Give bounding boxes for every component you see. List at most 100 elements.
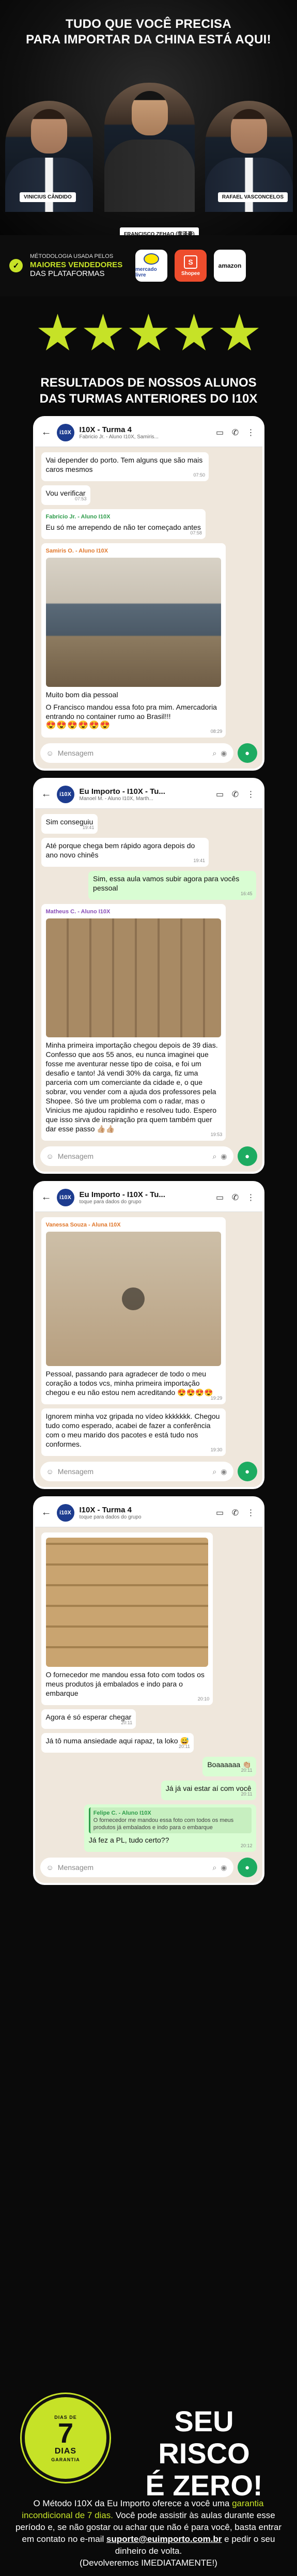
method-highlight: MAIORES VENDEDORES bbox=[30, 260, 123, 269]
message-input[interactable]: ☺ Mensagem ⌕ ◉ bbox=[40, 1146, 233, 1166]
microphone-icon[interactable]: ● bbox=[237, 1858, 257, 1877]
quote-text: O fornecedor me mandou essa foto com tod… bbox=[93, 1817, 234, 1831]
back-arrow-icon[interactable]: ← bbox=[41, 426, 52, 438]
phone-icon[interactable]: ✆ bbox=[230, 1192, 241, 1203]
attach-icon[interactable]: ⌕ bbox=[212, 1152, 216, 1161]
camera-icon[interactable]: ◉ bbox=[221, 1467, 227, 1476]
message-sender: Fabricio Jr. - Aluno I10X bbox=[45, 514, 111, 520]
camera-icon[interactable]: ◉ bbox=[221, 749, 227, 758]
message-text: Já tô numa ansiedade aqui rapaz, ta loko… bbox=[45, 1737, 189, 1745]
star-icon bbox=[129, 314, 168, 350]
star-icon bbox=[175, 314, 213, 350]
message-input[interactable]: ☺ Mensagem ⌕ ◉ bbox=[40, 1858, 233, 1877]
microphone-icon[interactable]: ● bbox=[237, 743, 257, 763]
chat-message: Fabricio Jr. - Aluno I10X Eu só me arrep… bbox=[41, 509, 206, 539]
method-line1: MÉTODOLOGIA bbox=[30, 253, 72, 259]
message-text: Já fez a PL, tudo certo?? bbox=[88, 1836, 169, 1844]
chat-message-outgoing: Felipe C. - Aluno I10X O fornecedor me m… bbox=[84, 1804, 256, 1852]
instructor-name-tag: RAFAEL VASCONCELOS bbox=[217, 192, 288, 202]
message-time: 07:50 bbox=[193, 472, 205, 478]
chat-title[interactable]: Eu Importo - I10X - Tu... bbox=[80, 787, 210, 796]
hero-section: TUDO QUE VOCÊ PRECISA PARA IMPORTAR DA C… bbox=[0, 0, 297, 235]
message-sender: Vanessa Souza - Aluna I10X bbox=[45, 1222, 121, 1228]
chat-composer: ☺ Mensagem ⌕ ◉ ● bbox=[35, 1145, 262, 1172]
group-avatar[interactable]: i10X bbox=[56, 423, 74, 441]
platform-label: amazon bbox=[218, 262, 242, 269]
container-truck-photo[interactable] bbox=[45, 558, 222, 687]
guarantee-seal: DIAS DE 7 DIAS GARANTIA bbox=[22, 2394, 110, 2482]
attach-icon[interactable]: ⌕ bbox=[212, 1467, 216, 1476]
more-options-icon[interactable]: ⋮ bbox=[246, 1192, 256, 1203]
video-call-icon[interactable]: ▭ bbox=[215, 1192, 225, 1203]
phone-icon[interactable]: ✆ bbox=[230, 789, 241, 800]
support-email-link[interactable]: suporte@euimporto.com.br bbox=[106, 2534, 222, 2544]
message-sender: Matheus C. - Aluno I10X bbox=[45, 909, 111, 915]
chat-message: Samiris O. - Aluno I10X Muito bom dia pe… bbox=[41, 543, 226, 738]
chat-header: ← i10X I10X - Turma 4 toque para dados d… bbox=[35, 1498, 262, 1527]
boxes-photo[interactable] bbox=[45, 918, 222, 1037]
video-call-icon[interactable]: ▭ bbox=[215, 789, 225, 800]
check-icon: ✓ bbox=[9, 259, 23, 272]
chat-header: ← i10X Eu Importo - I10X - Tu... toque p… bbox=[35, 1183, 262, 1212]
chat-message: Agora é só esperar chegar 20:11 bbox=[41, 1709, 136, 1729]
results-title: RESULTADOS DE NOSSOS ALUNOS DAS TURMAS A… bbox=[0, 364, 297, 418]
emoji-icon[interactable]: ☺ bbox=[46, 749, 54, 757]
phone-icon[interactable]: ✆ bbox=[230, 427, 241, 438]
risk-headline-line1: SEU RISCO bbox=[158, 2405, 250, 2470]
message-input[interactable]: ☺ Mensagem ⌕ ◉ bbox=[40, 743, 233, 763]
microphone-icon[interactable]: ● bbox=[237, 1146, 257, 1166]
message-sender: Samiris O. - Aluno I10X bbox=[45, 548, 108, 554]
back-arrow-icon[interactable]: ← bbox=[41, 1507, 52, 1519]
message-input[interactable]: ☺ Mensagem ⌕ ◉ bbox=[40, 1462, 233, 1481]
packages-photo[interactable] bbox=[45, 1538, 209, 1667]
video-call-icon[interactable]: ▭ bbox=[215, 427, 225, 438]
message-time: 08:29 bbox=[210, 729, 223, 734]
message-text: Já já vai estar aí com você bbox=[165, 1784, 252, 1792]
camera-icon[interactable]: ◉ bbox=[221, 1863, 227, 1872]
message-text: Minha primeira importação chegou depois … bbox=[45, 1041, 218, 1133]
message-text: Sim, essa aula vamos subir agora para vo… bbox=[93, 875, 240, 892]
microphone-icon[interactable]: ● bbox=[237, 1462, 257, 1481]
back-arrow-icon[interactable]: ← bbox=[41, 788, 52, 800]
group-avatar[interactable]: i10X bbox=[56, 785, 74, 803]
chat-title[interactable]: I10X - Turma 4 bbox=[80, 425, 210, 434]
results-title-line1: RESULTADOS DE NOSSOS ALUNOS bbox=[40, 376, 257, 390]
phone-icon[interactable]: ✆ bbox=[230, 1508, 241, 1518]
message-placeholder: Mensagem bbox=[57, 1467, 94, 1476]
method-strip: ✓ MÉTODOLOGIA USADA PELOS MAIORES VENDED… bbox=[0, 235, 297, 296]
group-avatar[interactable]: i10X bbox=[56, 1504, 74, 1522]
quoted-message[interactable]: Felipe C. - Aluno I10X O fornecedor me m… bbox=[88, 1807, 252, 1833]
chat-messages: O fornecedor me mandou essa foto com tod… bbox=[35, 1527, 262, 1856]
chat-screenshot-2: ← i10X Eu Importo - I10X - Tu... Manoel … bbox=[35, 780, 262, 1172]
emoji-icon[interactable]: ☺ bbox=[46, 1152, 54, 1160]
more-options-icon[interactable]: ⋮ bbox=[246, 1508, 256, 1518]
message-time: 19:30 bbox=[210, 1447, 223, 1452]
video-thumbnail[interactable] bbox=[45, 1232, 222, 1366]
emoji-icon[interactable]: ☺ bbox=[46, 1467, 54, 1476]
message-time: 19:53 bbox=[210, 1132, 223, 1137]
message-time: 07:58 bbox=[190, 530, 202, 535]
method-text: MÉTODOLOGIA USADA PELOS MAIORES VENDEDOR… bbox=[30, 253, 128, 279]
quote-author: Felipe C. - Aluno I10X bbox=[93, 1810, 151, 1816]
chat-title[interactable]: I10X - Turma 4 bbox=[80, 1506, 210, 1514]
message-text: O fornecedor me mandou essa foto com tod… bbox=[45, 1670, 205, 1697]
message-time: 20:11 bbox=[241, 1791, 253, 1797]
chat-message: O fornecedor me mandou essa foto com tod… bbox=[41, 1532, 213, 1705]
chat-message: Vou verificar 07:53 bbox=[41, 485, 90, 505]
message-time: 07:53 bbox=[75, 496, 87, 501]
star-icon bbox=[38, 314, 77, 350]
attach-icon[interactable]: ⌕ bbox=[212, 1863, 216, 1872]
chat-title[interactable]: Eu Importo - I10X - Tu... bbox=[80, 1190, 210, 1199]
back-arrow-icon[interactable]: ← bbox=[41, 1191, 52, 1203]
camera-icon[interactable]: ◉ bbox=[221, 1152, 227, 1161]
more-options-icon[interactable]: ⋮ bbox=[246, 789, 256, 800]
attach-icon[interactable]: ⌕ bbox=[212, 749, 216, 758]
video-call-icon[interactable]: ▭ bbox=[215, 1508, 225, 1518]
more-options-icon[interactable]: ⋮ bbox=[246, 427, 256, 438]
chat-composer: ☺ Mensagem ⌕ ◉ ● bbox=[35, 1460, 262, 1487]
group-avatar[interactable]: i10X bbox=[56, 1188, 74, 1206]
emoji-icon[interactable]: ☺ bbox=[46, 1863, 54, 1872]
platform-label: mercado livre bbox=[135, 267, 157, 278]
chat-message: Até porque chega bem rápido agora depois… bbox=[41, 838, 209, 867]
platform-label: Shopee bbox=[181, 270, 200, 277]
